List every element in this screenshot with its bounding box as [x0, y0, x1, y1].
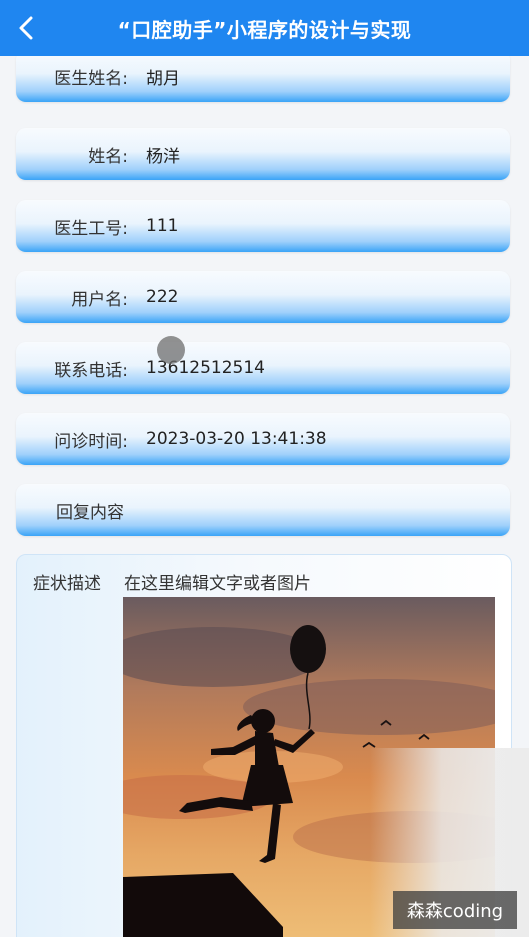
doctor-name-field: 医生姓名: 胡月 [16, 56, 510, 102]
phone-field: 联系电话: 13612512514 [16, 342, 510, 394]
doctor-name-label: 医生姓名: [54, 68, 128, 89]
username-value: 222 [146, 287, 179, 307]
phone-label: 联系电话: [54, 360, 128, 381]
symptom-placeholder[interactable]: 在这里编辑文字或者图片 [124, 569, 311, 594]
reply-content-label: 回复内容 [56, 502, 124, 523]
username-field: 用户名: 222 [16, 271, 510, 323]
watermark-label: 森森coding [393, 891, 517, 929]
username-label: 用户名: [71, 289, 128, 310]
doctor-id-field: 医生工号: 111 [16, 200, 510, 252]
name-field: 姓名: 杨洋 [16, 128, 510, 180]
doctor-name-value: 胡月 [146, 68, 180, 89]
consult-time-value: 2023-03-20 13:41:38 [146, 429, 327, 449]
chevron-left-icon [19, 16, 33, 40]
back-button[interactable] [14, 13, 38, 43]
nav-bar: “口腔助手”小程序的设计与实现 [0, 0, 529, 56]
name-value: 杨洋 [146, 146, 180, 167]
touch-indicator [157, 336, 185, 364]
page-title: “口腔助手”小程序的设计与实现 [117, 17, 412, 42]
symptom-label: 症状描述 [33, 574, 101, 594]
consult-time-label: 问诊时间: [54, 431, 128, 452]
consult-time-field: 问诊时间: 2023-03-20 13:41:38 [16, 413, 510, 465]
doctor-id-value: 111 [146, 216, 179, 236]
name-label: 姓名: [88, 146, 128, 167]
reply-content-field[interactable]: 回复内容 [16, 484, 510, 536]
doctor-id-label: 医生工号: [54, 218, 128, 239]
